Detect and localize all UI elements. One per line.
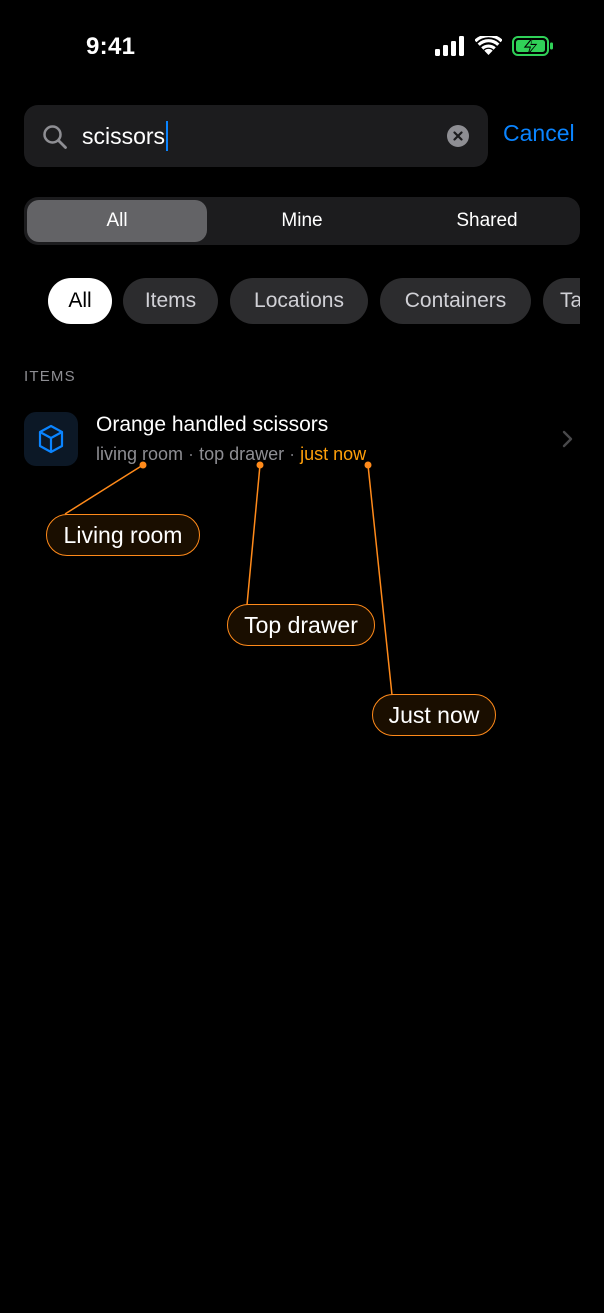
- item-title: Orange handled scissors: [96, 413, 329, 436]
- status-icons: [435, 36, 554, 56]
- item-updated: just now: [300, 444, 367, 464]
- separator: ·: [289, 444, 296, 464]
- search-icon: [43, 125, 67, 149]
- search-input[interactable]: scissors: [82, 121, 169, 151]
- item-location: living room: [96, 444, 184, 464]
- item-thumbnail: [24, 412, 78, 466]
- annotation-living-room: Living room: [46, 514, 200, 556]
- chevron-right-icon: [562, 430, 573, 448]
- filter-chip-items[interactable]: Items: [123, 278, 218, 324]
- box-icon: [38, 424, 64, 454]
- scope-tab-shared[interactable]: Shared: [397, 200, 577, 242]
- signal-icon: [435, 36, 464, 56]
- wifi-icon: [475, 36, 502, 55]
- search-bar[interactable]: scissors: [24, 105, 488, 167]
- filter-chip-locations[interactable]: Locations: [230, 278, 368, 324]
- cancel-button[interactable]: Cancel: [503, 120, 575, 147]
- scope-tab-mine[interactable]: Mine: [212, 200, 392, 242]
- battery-charging-icon: [512, 36, 553, 56]
- filter-chips: All Items Locations Containers Ta: [24, 278, 580, 324]
- section-header-items: ITEMS: [24, 368, 76, 385]
- scope-segmented-control: All Mine Shared: [24, 197, 580, 245]
- annotation-just-now: Just now: [372, 694, 496, 736]
- separator: ·: [188, 444, 195, 464]
- result-item-row[interactable]: Orange handled scissors living room · to…: [24, 410, 580, 468]
- scope-tab-all[interactable]: All: [27, 200, 207, 242]
- text-cursor: [166, 121, 169, 151]
- annotation-top-drawer: Top drawer: [227, 604, 375, 646]
- close-icon: [453, 131, 463, 141]
- status-bar: 9:41: [0, 0, 604, 96]
- clear-search-button[interactable]: [447, 125, 469, 147]
- item-subtitle: living room · top drawer · just now: [96, 444, 366, 465]
- item-container: top drawer: [199, 444, 285, 464]
- filter-chip-all[interactable]: All: [48, 278, 112, 324]
- status-time: 9:41: [86, 33, 136, 60]
- filter-chip-containers[interactable]: Containers: [380, 278, 531, 324]
- filter-chip-tags[interactable]: Ta: [543, 278, 580, 324]
- search-query: scissors: [82, 122, 166, 149]
